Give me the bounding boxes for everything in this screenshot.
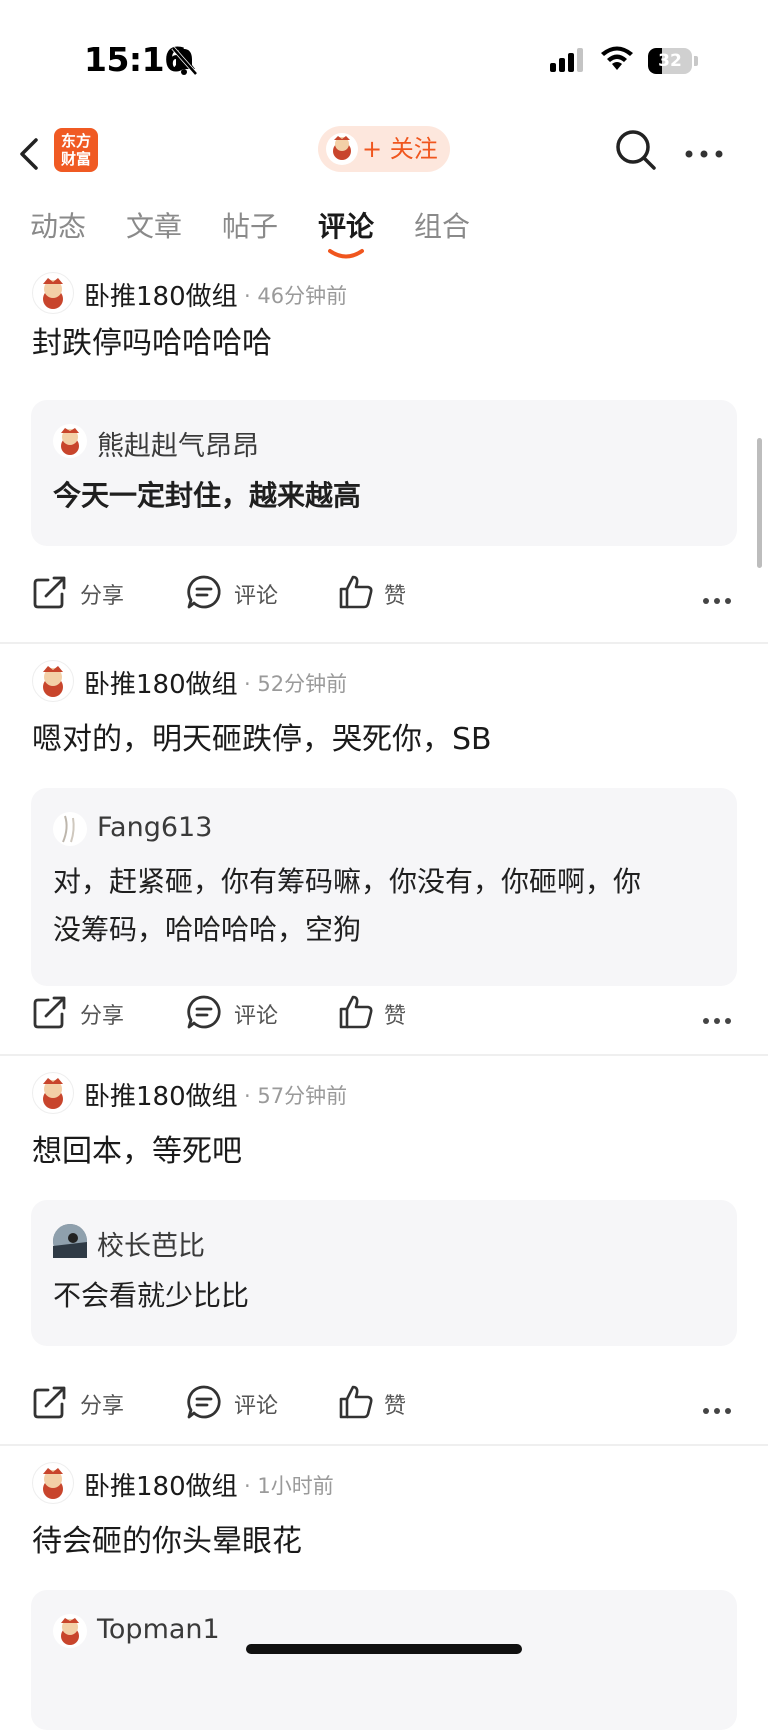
more-icon[interactable] <box>702 1010 732 1029</box>
share-icon <box>33 576 66 609</box>
author-name[interactable]: 卧推180做组 <box>84 664 238 701</box>
comment-icon <box>187 1385 221 1419</box>
battery-percent: 32 <box>658 51 682 71</box>
app-logo: 东方 财富 <box>54 128 98 172</box>
like-button[interactable]: 赞 <box>338 1374 418 1434</box>
quoted-comment[interactable]: 熊赳赳气昂昂 今天一定封住，越来越高 <box>31 400 737 546</box>
quoted-user: Topman1 <box>97 1614 220 1645</box>
avatar <box>53 1614 87 1648</box>
action-bar: 分享 评论 赞 <box>0 1374 768 1434</box>
thumbs-up-icon <box>339 1385 373 1419</box>
avatar <box>53 812 87 846</box>
share-icon <box>33 996 66 1029</box>
avatar[interactable] <box>32 660 74 702</box>
nav-bar: 东方 财富 + 关注 <box>0 120 768 200</box>
author-name[interactable]: 卧推180做组 <box>84 276 238 313</box>
post-text: 待会砸的你头晕眼花 <box>32 1524 302 1559</box>
post-text: 嗯对的，明天砸跌停，哭死你，SB <box>32 722 492 757</box>
share-button[interactable]: 分享 <box>32 564 152 624</box>
post-time: · 52分钟前 <box>244 672 348 696</box>
share-label: 分享 <box>80 584 125 609</box>
status-bar: 15:16 32 <box>0 0 768 120</box>
tab-articles[interactable]: 文章 <box>126 205 182 245</box>
more-icon[interactable] <box>702 590 732 609</box>
avatar[interactable] <box>32 1462 74 1504</box>
post-text: 封跌停吗哈哈哈哈 <box>32 326 272 361</box>
follow-label: + 关注 <box>362 135 438 163</box>
back-icon[interactable] <box>14 132 54 182</box>
comment-button[interactable]: 评论 <box>186 984 306 1044</box>
post-time: · 57分钟前 <box>244 1084 348 1108</box>
thumbs-up-icon <box>339 575 373 609</box>
wifi-icon <box>600 46 634 76</box>
action-bar: 分享 评论 赞 <box>0 984 768 1044</box>
author-name[interactable]: 卧推180做组 <box>84 1076 238 1113</box>
comment-button[interactable]: 评论 <box>186 1374 306 1434</box>
share-icon <box>33 1386 66 1419</box>
quote-text-line: 今天一定封住，越来越高 <box>53 479 362 512</box>
quote-text-line: 不会看就少比比 <box>53 1279 250 1312</box>
post-time: · 46分钟前 <box>244 284 348 308</box>
comment-icon <box>187 995 221 1029</box>
list-item[interactable]: 卧推180做组 · 52分钟前 嗯对的，明天砸跌停，哭死你，SB Fang613… <box>0 644 768 1056</box>
tab-comments[interactable]: 评论 <box>318 205 374 245</box>
comment-label: 评论 <box>234 1004 279 1029</box>
action-bar: 分享 评论 赞 <box>0 564 768 624</box>
home-indicator[interactable] <box>246 1644 522 1654</box>
like-label: 赞 <box>384 584 407 609</box>
share-label: 分享 <box>80 1394 125 1419</box>
quoted-user: 校长芭比 <box>97 1231 205 1262</box>
avatar <box>53 424 87 458</box>
like-label: 赞 <box>384 1394 407 1419</box>
comment-icon <box>187 575 221 609</box>
comment-label: 评论 <box>234 584 279 609</box>
more-icon[interactable] <box>684 144 724 163</box>
tab-posts[interactable]: 帖子 <box>222 205 278 245</box>
quoted-comment[interactable]: Topman1 <box>31 1590 737 1730</box>
thumbs-up-icon <box>339 995 373 1029</box>
post-time: · 1小时前 <box>244 1474 334 1498</box>
list-item[interactable]: 卧推180做组 · 46分钟前 封跌停吗哈哈哈哈 熊赳赳气昂昂 今天一定封住，越… <box>0 268 768 644</box>
tab-dynamic[interactable]: 动态 <box>30 205 86 245</box>
list-item[interactable]: 卧推180做组 · 57分钟前 想回本，等死吧 校长芭比 不会看就少比比 分享 … <box>0 1056 768 1446</box>
quoted-comment[interactable]: Fang613 对，赶紧砸，你有筹码嘛，你没有，你砸啊，你 没筹码，哈哈哈哈，空… <box>31 788 737 986</box>
quote-text-line: 对，赶紧砸，你有筹码嘛，你没有，你砸啊，你 <box>53 865 642 898</box>
search-icon[interactable] <box>614 128 658 176</box>
quote-text-line: 没筹码，哈哈哈哈，空狗 <box>53 913 362 946</box>
profile-tabs: 动态 文章 帖子 评论 组合 <box>0 205 768 261</box>
share-button[interactable]: 分享 <box>32 1374 152 1434</box>
user-avatar <box>326 133 358 165</box>
more-icon[interactable] <box>702 1400 732 1419</box>
app-logo-line1: 东方 <box>60 132 91 150</box>
like-button[interactable]: 赞 <box>338 984 418 1044</box>
post-text: 想回本，等死吧 <box>32 1134 242 1169</box>
scrollbar[interactable] <box>757 438 762 568</box>
app-logo-line2: 财富 <box>60 150 91 168</box>
avatar <box>53 1224 87 1258</box>
author-name[interactable]: 卧推180做组 <box>84 1466 238 1503</box>
comment-button[interactable]: 评论 <box>186 564 306 624</box>
comment-feed: 卧推180做组 · 46分钟前 封跌停吗哈哈哈哈 熊赳赳气昂昂 今天一定封住，越… <box>0 268 768 1730</box>
like-label: 赞 <box>384 1004 407 1029</box>
follow-button[interactable]: + 关注 <box>318 126 450 172</box>
avatar[interactable] <box>32 272 74 314</box>
battery-indicator: 32 <box>648 48 698 76</box>
quoted-user: Fang613 <box>97 812 213 843</box>
avatar[interactable] <box>32 1072 74 1114</box>
like-button[interactable]: 赞 <box>338 564 418 624</box>
signal-icon <box>550 48 586 76</box>
comment-label: 评论 <box>234 1394 279 1419</box>
quoted-comment[interactable]: 校长芭比 不会看就少比比 <box>31 1200 737 1346</box>
quoted-user: 熊赳赳气昂昂 <box>97 431 259 462</box>
tab-portfolio[interactable]: 组合 <box>414 205 470 245</box>
active-tab-indicator <box>328 245 364 259</box>
share-label: 分享 <box>80 1004 125 1029</box>
bell-slash-icon <box>170 46 198 80</box>
share-button[interactable]: 分享 <box>32 984 152 1044</box>
